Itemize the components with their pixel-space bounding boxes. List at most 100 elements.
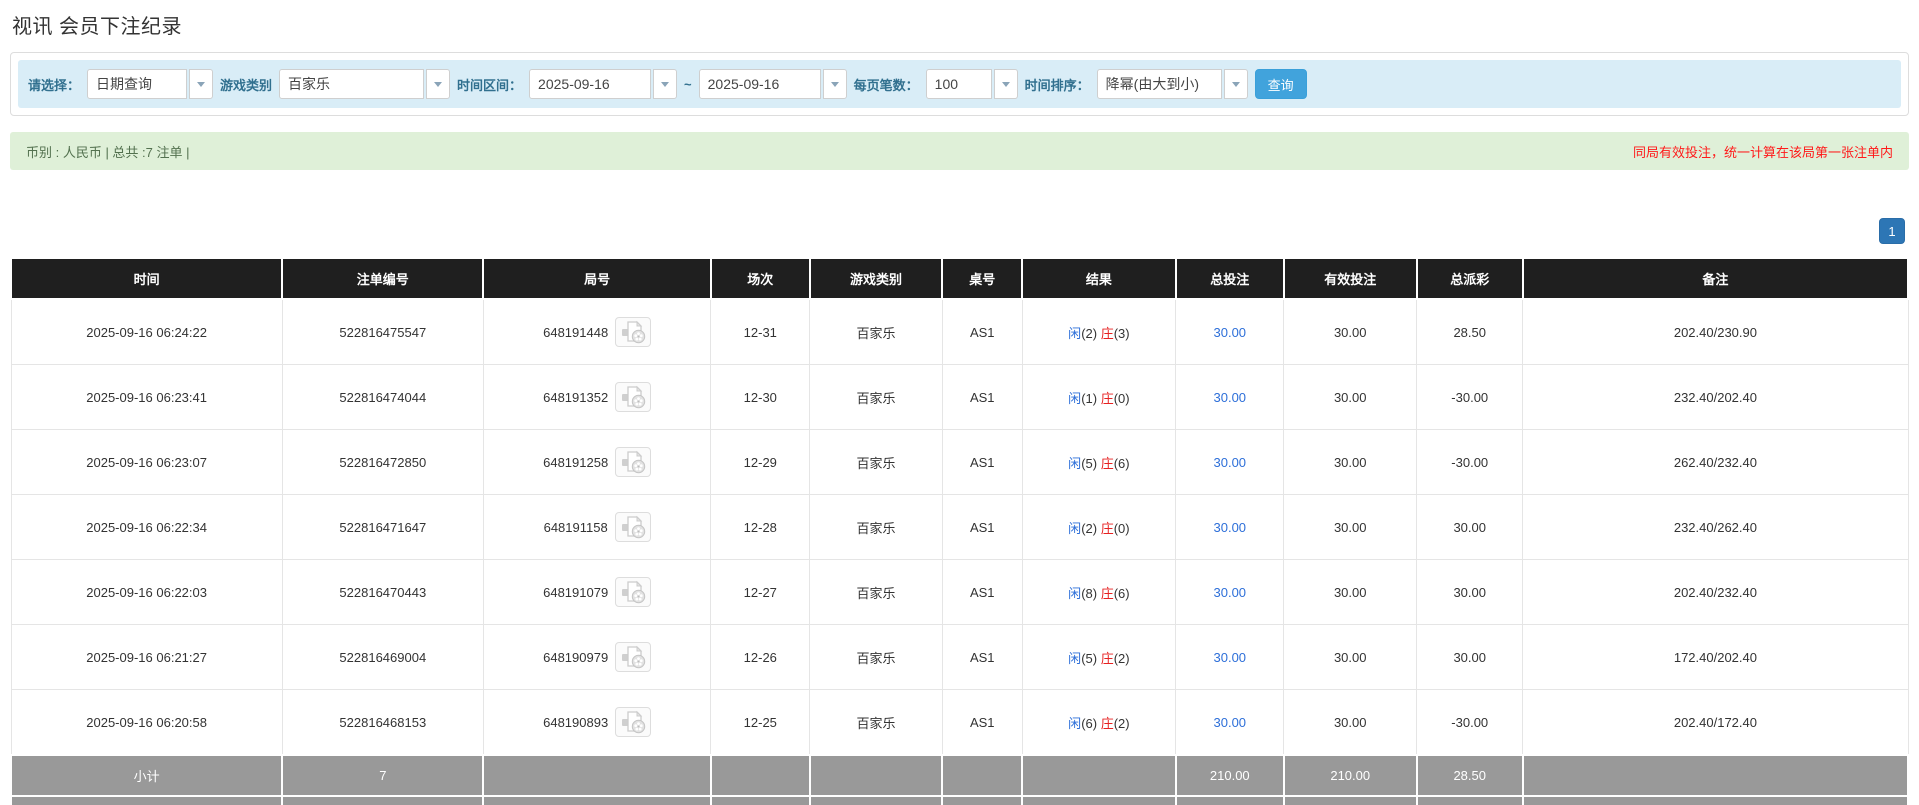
cell-result: 闲(8) 庄(6) (1021, 559, 1177, 625)
chevron-down-icon[interactable] (426, 69, 451, 99)
notice-text: 同局有效投注，统一计算在该局第一张注单内 (1632, 144, 1893, 160)
column-header: 总投注 (1174, 257, 1285, 300)
video-record-button[interactable] (615, 382, 652, 412)
cell-session: 12-27 (710, 559, 811, 625)
column-header: 结果 (1021, 257, 1177, 300)
cell-bet-id: 522816468153 (281, 689, 484, 756)
total-bet-link[interactable]: 30.00 (1214, 455, 1247, 470)
video-record-button[interactable] (615, 317, 652, 347)
cell-time: 2025-09-16 06:23:07 (10, 429, 283, 495)
cell-result: 闲(2) 庄(0) (1021, 494, 1177, 560)
player-result-label: 闲 (1068, 585, 1082, 601)
column-header: 场次 (709, 257, 811, 300)
round-id: 648191448 (543, 324, 609, 340)
summary-bar: 币别 : 人民币 | 总共 :7 注单 | 同局有效投注，统一计算在该局第一张注… (10, 132, 1909, 170)
chevron-down-icon[interactable] (653, 69, 678, 99)
table-row: 2025-09-16 06:23:07 522816472850 6481912… (10, 429, 1909, 495)
cell-table-no: AS1 (941, 494, 1023, 560)
cell-payout: -30.00 (1416, 689, 1524, 756)
cell-time: 2025-09-16 06:20:58 (10, 689, 283, 756)
cell-total-bet: 30.00 (1175, 689, 1285, 756)
cell-result: 闲(1) 庄(0) (1021, 364, 1177, 430)
video-record-button[interactable] (615, 577, 652, 607)
date-to-value[interactable]: 2025-09-16 (698, 69, 821, 99)
cell-note: 232.40/202.40 (1522, 364, 1909, 430)
cell-round-id: 648190979 (482, 624, 712, 690)
game-type-combobox[interactable]: 百家乐 (279, 69, 451, 99)
player-result-label: 闲 (1068, 520, 1082, 536)
cell-table-no: AS1 (941, 364, 1023, 430)
total-bet-link[interactable]: 30.00 (1214, 585, 1247, 600)
cell-bet-id: 522816472850 (281, 429, 484, 495)
column-header: 游戏类别 (808, 257, 944, 300)
cell-game-type: 百家乐 (809, 364, 943, 430)
cell-bet-id: 522816471647 (281, 494, 484, 560)
round-id: 648191079 (543, 584, 609, 600)
subtotal-row-cell: 210.00 (1174, 754, 1285, 797)
chevron-down-icon[interactable] (822, 69, 847, 99)
cell-result: 闲(5) 庄(6) (1021, 429, 1177, 495)
cell-game-type: 百家乐 (809, 429, 943, 495)
total-row-cell: 210.00 (1282, 795, 1418, 805)
cell-round-id: 648190893 (482, 689, 712, 756)
cell-bet-id: 522816469004 (281, 624, 484, 690)
sort-label: 时间排序： (1024, 77, 1090, 93)
table-row: 2025-09-16 06:22:03 522816470443 6481910… (10, 559, 1909, 625)
round-id: 648191158 (543, 519, 608, 535)
cell-round-id: 648191352 (482, 364, 712, 430)
cell-session: 12-30 (710, 364, 811, 430)
total-bet-link[interactable]: 30.00 (1214, 520, 1247, 535)
cell-note: 202.40/230.90 (1522, 298, 1909, 365)
game-type-value[interactable]: 百家乐 (279, 69, 425, 99)
search-button[interactable]: 查询 (1254, 69, 1307, 99)
page-1-button[interactable]: 1 (1879, 218, 1905, 244)
query-type-combobox[interactable]: 日期查询 (87, 69, 214, 99)
cell-result: 闲(2) 庄(3) (1021, 298, 1177, 365)
total-bet-link[interactable]: 30.00 (1214, 325, 1247, 340)
sort-value[interactable]: 降幂(由大到小) (1096, 69, 1222, 99)
banker-result-count: (6) (1113, 585, 1130, 601)
cell-note: 262.40/232.40 (1522, 429, 1909, 495)
cell-note: 172.40/202.40 (1522, 624, 1909, 690)
table-row: 2025-09-16 06:23:41 522816474044 6481913… (10, 364, 1909, 430)
date-from-picker[interactable]: 2025-09-16 (529, 69, 678, 99)
table-row: 2025-09-16 06:20:58 522816468153 6481908… (10, 689, 1909, 756)
sort-combobox[interactable]: 降幂(由大到小) (1096, 69, 1248, 99)
subtotal-row-cell: 小计 (9, 754, 284, 797)
total-bet-link[interactable]: 30.00 (1214, 650, 1247, 665)
video-record-button[interactable] (614, 512, 651, 542)
chevron-down-icon[interactable] (1223, 69, 1248, 99)
chevron-down-icon[interactable] (993, 69, 1018, 99)
query-type-value[interactable]: 日期查询 (87, 69, 188, 99)
cell-round-id: 648191158 (482, 494, 712, 560)
date-from-value[interactable]: 2025-09-16 (529, 69, 652, 99)
cell-total-bet: 30.00 (1175, 559, 1285, 625)
cell-total-bet: 30.00 (1175, 298, 1285, 365)
total-row-cell: 总计 (9, 795, 284, 805)
cell-result: 闲(5) 庄(2) (1021, 624, 1177, 690)
cell-note: 232.40/262.40 (1522, 494, 1909, 560)
date-to-picker[interactable]: 2025-09-16 (698, 69, 847, 99)
page-size-combobox[interactable]: 100 (925, 69, 1018, 99)
total-bet-link[interactable]: 30.00 (1214, 715, 1247, 730)
video-record-button[interactable] (615, 707, 652, 737)
table-body: 2025-09-16 06:24:22 522816475547 6481914… (9, 298, 1910, 805)
player-result-label: 闲 (1068, 715, 1082, 731)
video-record-button[interactable] (615, 642, 652, 672)
banker-result-count: (2) (1113, 650, 1130, 666)
video-record-button[interactable] (615, 447, 652, 477)
total-row-cell: 210.00 (1174, 795, 1285, 805)
time-range-label: 时间区间： (457, 77, 523, 93)
video-record-icon (622, 710, 646, 734)
cell-total-bet: 30.00 (1175, 364, 1285, 430)
cell-bet-id: 522816470443 (281, 559, 484, 625)
total-bet-link[interactable]: 30.00 (1214, 390, 1247, 405)
chevron-down-icon[interactable] (189, 69, 214, 99)
video-record-icon (622, 580, 646, 604)
total-row-cell (941, 795, 1024, 805)
cell-valid-bet: 30.00 (1283, 429, 1418, 495)
page-size-value[interactable]: 100 (925, 69, 992, 99)
cell-valid-bet: 30.00 (1283, 494, 1418, 560)
subtotal-row-cell (808, 754, 944, 797)
cell-game-type: 百家乐 (809, 494, 943, 560)
